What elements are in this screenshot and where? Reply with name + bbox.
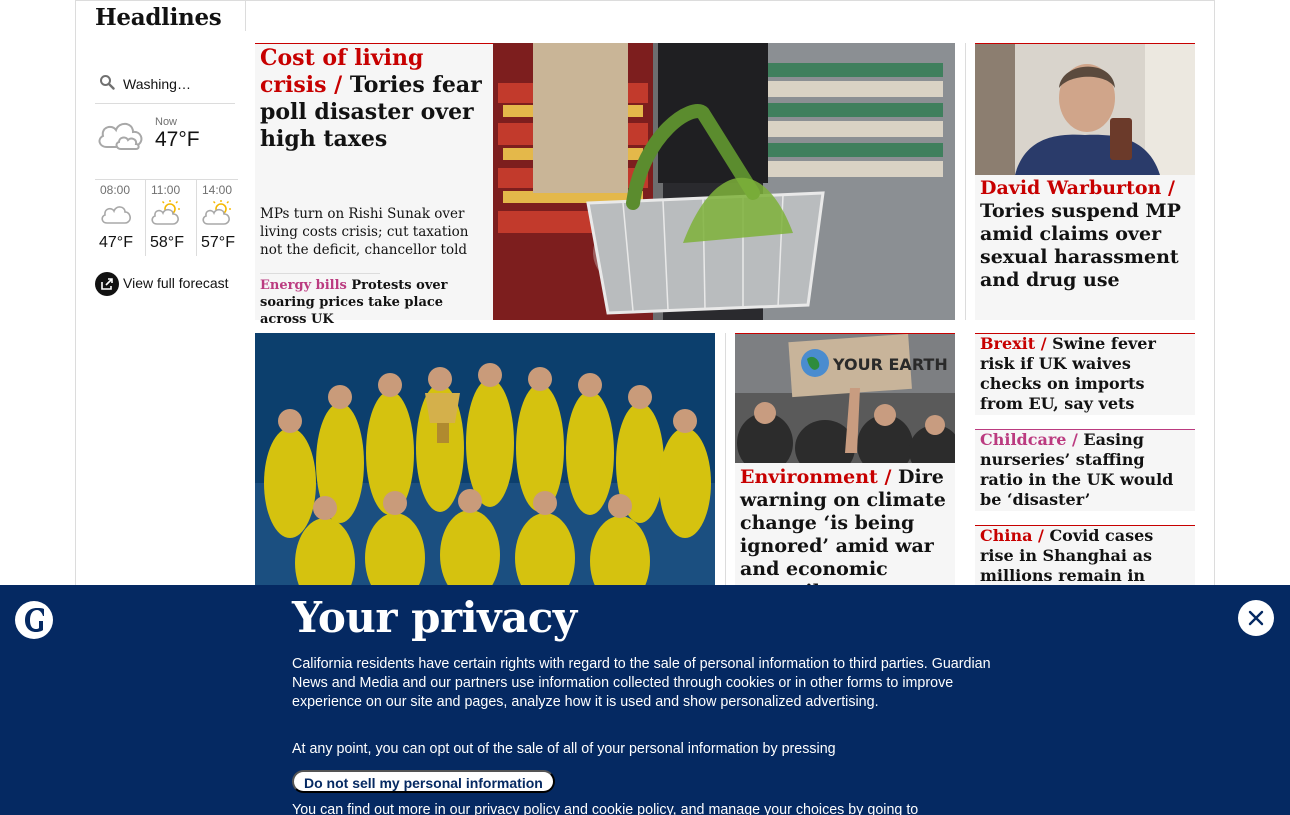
privacy-title: Your privacy	[292, 593, 577, 642]
section-divider	[245, 0, 246, 31]
mp-headline-text: Tories suspend MP amid claims over sexua…	[980, 200, 1181, 291]
forecast-time: 08:00	[100, 183, 131, 197]
kicker-separator: /	[326, 72, 343, 98]
now-temperature: 47°F	[155, 128, 200, 151]
energy-bills-sublink[interactable]: Energy bills Protests over soaring price…	[260, 277, 485, 328]
mp-story-card[interactable]: David Warburton / Tories suspend MP amid…	[975, 43, 1195, 320]
weather-location[interactable]: Washing…	[123, 76, 191, 92]
mp-headline[interactable]: David Warburton / Tories suspend MP amid…	[980, 177, 1192, 292]
forecast-slot: 08:00 47°F	[95, 180, 143, 256]
brexit-story-card[interactable]: Brexit / Swine fever risk if UK waives c…	[975, 333, 1195, 415]
mp-kicker: David Warburton /	[980, 177, 1175, 199]
china-kicker: China /	[980, 526, 1044, 545]
main-story-card[interactable]: Cost of living crisis / Tories fear poll…	[255, 43, 955, 327]
card-rule	[735, 333, 955, 334]
close-privacy-button[interactable]	[1238, 600, 1274, 636]
childcare-story-card[interactable]: Childcare / Easing nurseries’ staffing r…	[975, 429, 1195, 511]
main-headline[interactable]: Cost of living crisis / Tories fear poll…	[260, 45, 485, 153]
privacy-opt-out-text: At any point, you can opt out of the sal…	[292, 741, 836, 757]
forecast-temperature: 58°F	[150, 234, 184, 251]
close-icon	[1248, 610, 1264, 626]
childcare-kicker: Childcare /	[980, 430, 1078, 449]
top-rule	[75, 0, 1215, 1]
section-title: Headlines	[95, 4, 222, 31]
weather-location-search[interactable]: Washing…	[95, 70, 235, 104]
sun-cloud-icon	[151, 200, 180, 225]
main-standfirst: MPs turn on Rishi Sunak over living cost…	[260, 206, 469, 258]
placard-text: YOUR EARTH	[832, 355, 948, 374]
childcare-headline[interactable]: Childcare / Easing nurseries’ staffing r…	[980, 430, 1192, 510]
forecast-temperature: 57°F	[201, 234, 235, 251]
forecast-time: 11:00	[151, 183, 181, 197]
guardian-logo[interactable]	[15, 601, 53, 639]
environment-story-card[interactable]: YOUR EARTH Environment / Dire warning on…	[735, 333, 955, 603]
privacy-banner: Your privacy California residents have c…	[0, 585, 1290, 815]
forecast-slot: 14:00 57°F	[196, 180, 244, 256]
column-divider	[965, 43, 966, 320]
sun-cloud-icon	[202, 200, 231, 225]
forecast-slot: 11:00 58°F	[145, 180, 193, 256]
cloud-icon	[98, 122, 143, 150]
privacy-paragraph: California residents have certain rights…	[292, 656, 991, 710]
external-link-icon	[95, 272, 119, 296]
mp-photo	[975, 43, 1195, 175]
do-not-sell-button[interactable]: Do not sell my personal information	[292, 770, 555, 793]
sublink-kicker: Energy bills	[260, 278, 347, 293]
brexit-headline[interactable]: Brexit / Swine fever risk if UK waives c…	[980, 334, 1192, 414]
environment-headline[interactable]: Environment / Dire warning on climate ch…	[740, 466, 952, 604]
forecast-temperature: 47°F	[99, 234, 133, 251]
card-rule	[975, 43, 1195, 44]
environment-kicker: Environment /	[740, 466, 892, 488]
sublink-divider	[260, 273, 380, 274]
hourly-forecast: 08:00 47°F 11:00 58°F 14:00 57°F	[95, 179, 238, 256]
forecast-time: 14:00	[202, 183, 233, 197]
shopping-basket-photo	[493, 43, 955, 320]
search-icon	[100, 75, 115, 90]
privacy-policy-text: You can find out more in our privacy pol…	[292, 802, 919, 815]
column-divider	[725, 333, 726, 593]
climate-protest-photo: YOUR EARTH	[735, 333, 955, 463]
cloud-icon	[101, 206, 131, 224]
forecast-link-label: View full forecast	[123, 275, 229, 291]
brexit-kicker: Brexit /	[980, 334, 1047, 353]
cricket-team-photo[interactable]	[255, 333, 715, 593]
now-label: Now	[155, 116, 178, 128]
